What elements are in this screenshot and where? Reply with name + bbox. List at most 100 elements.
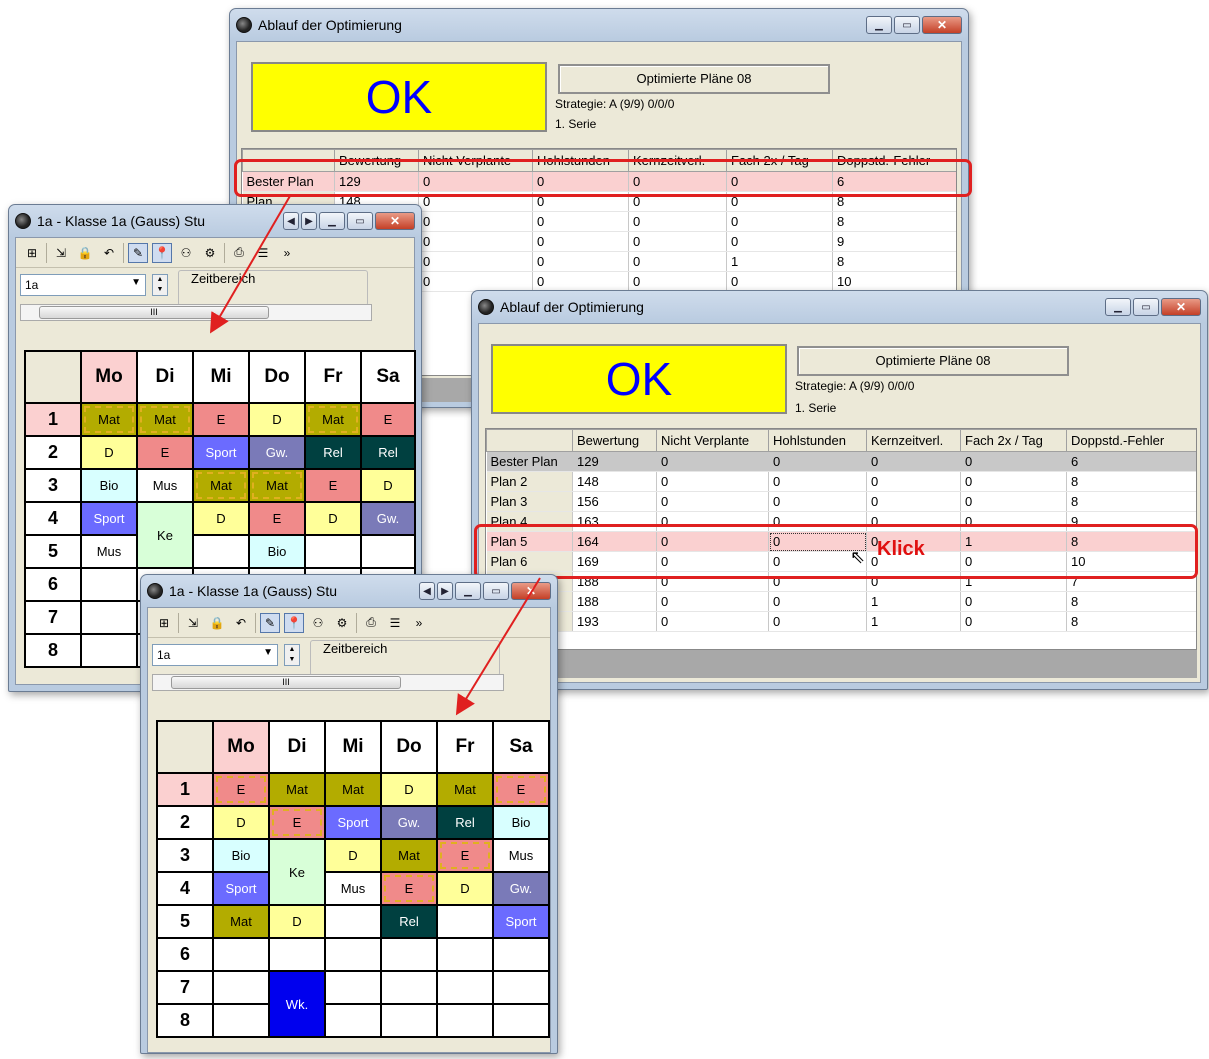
lesson-cell[interactable]: Bio (80, 468, 138, 503)
print-icon[interactable]: ⎙ (361, 613, 381, 633)
table-cell[interactable]: 0 (628, 231, 727, 252)
lesson-cell[interactable]: D (212, 805, 270, 840)
lesson-cell[interactable] (360, 534, 416, 569)
lesson-cell[interactable] (268, 937, 326, 972)
lesson-cell[interactable]: E (212, 772, 270, 807)
grid-icon[interactable]: ⊞ (154, 613, 174, 633)
table-cell[interactable]: 0 (656, 471, 769, 492)
pin-icon[interactable]: 📍 (152, 242, 172, 263)
lesson-cell[interactable] (324, 970, 382, 1005)
table-cell[interactable]: 193 (572, 611, 657, 632)
lesson-cell[interactable]: Rel (436, 805, 494, 840)
table-cell[interactable]: 10 (832, 271, 956, 292)
table-cell[interactable]: 0 (656, 611, 769, 632)
minimize-button[interactable]: ▁ (455, 582, 481, 600)
title-bar[interactable]: Ablauf der Optimierung ▁ ▭ ✕ (230, 9, 968, 41)
lesson-cell[interactable]: Sport (192, 435, 250, 470)
lesson-cell[interactable]: E (192, 402, 250, 437)
table-cell[interactable]: 0 (656, 591, 769, 612)
column-header[interactable]: Bewertung (572, 429, 657, 452)
lesson-cell[interactable]: Ke (136, 501, 194, 569)
title-bar[interactable]: 1a - Klasse 1a (Gauss) Stu ◀ ▶ ▁ ▭ ✕ (141, 575, 557, 607)
lesson-cell[interactable]: Sport (492, 904, 550, 939)
lesson-cell[interactable] (80, 567, 138, 602)
lesson-cell[interactable]: Sport (80, 501, 138, 536)
lesson-cell[interactable]: Bio (212, 838, 270, 873)
lesson-cell[interactable] (304, 534, 362, 569)
lesson-cell[interactable]: Gw. (360, 501, 416, 536)
undo-icon[interactable]: ↶ (99, 243, 119, 263)
class-select[interactable]: 1a ▼ (152, 644, 278, 666)
table-cell[interactable]: 0 (768, 591, 867, 612)
maximize-button[interactable]: ▭ (483, 582, 509, 600)
lesson-cell[interactable]: Mat (380, 838, 438, 873)
table-cell[interactable]: 8 (1066, 611, 1196, 632)
table-row[interactable]: 193 0 0 1 0 8 (486, 611, 1196, 632)
lesson-cell[interactable]: D (80, 435, 138, 470)
optimized-plans-button[interactable]: Optimierte Pläne 08 (797, 346, 1069, 376)
title-bar[interactable]: Ablauf der Optimierung ▁ ▭ ✕ (472, 291, 1207, 323)
row-label[interactable]: Bester Plan (486, 451, 573, 472)
lesson-cell[interactable]: E (380, 871, 438, 906)
gear-icon[interactable]: ⚙ (332, 613, 352, 633)
lesson-cell[interactable]: Mus (492, 838, 550, 873)
table-cell[interactable]: 0 (768, 611, 867, 632)
more-icon[interactable]: » (277, 243, 297, 263)
lesson-cell[interactable]: Ke (268, 838, 326, 906)
lesson-cell[interactable]: Gw. (492, 871, 550, 906)
lesson-cell[interactable]: Mat (304, 402, 362, 437)
row-label[interactable]: Plan 2 (486, 471, 573, 492)
table-cell[interactable]: 8 (832, 211, 956, 232)
table-cell[interactable]: 0 (418, 251, 533, 272)
lesson-cell[interactable]: Mat (212, 904, 270, 939)
table-cell[interactable]: 8 (832, 251, 956, 272)
maximize-button[interactable]: ▭ (347, 212, 373, 230)
scroll-thumb[interactable]: III (171, 676, 401, 689)
table-cell[interactable]: 8 (1066, 591, 1196, 612)
minimize-button[interactable]: ▁ (319, 212, 345, 230)
lesson-cell[interactable]: Sport (212, 871, 270, 906)
table-row[interactable]: Plan 3 156 0 0 0 0 8 (486, 491, 1196, 512)
lesson-cell[interactable]: Bio (492, 805, 550, 840)
more-icon[interactable]: » (409, 613, 429, 633)
edit-icon[interactable]: ✎ (128, 242, 148, 263)
lesson-cell[interactable] (324, 937, 382, 972)
lesson-cell[interactable]: E (304, 468, 362, 503)
table-cell[interactable]: 0 (726, 211, 833, 232)
lesson-cell[interactable]: Gw. (248, 435, 306, 470)
next-arrow-icon[interactable]: ▶ (301, 212, 317, 230)
lesson-cell[interactable] (436, 937, 494, 972)
users-icon[interactable]: ⚇ (176, 243, 196, 263)
lesson-cell[interactable]: E (248, 501, 306, 536)
close-button[interactable]: ✕ (511, 582, 551, 600)
lesson-cell[interactable]: Mat (192, 468, 250, 503)
lesson-cell[interactable]: Rel (360, 435, 416, 470)
row-label[interactable]: Plan 3 (486, 491, 573, 512)
lesson-cell[interactable] (492, 970, 550, 1005)
column-header[interactable]: Kernzeitverl. (866, 429, 961, 452)
export-icon[interactable]: ⇲ (51, 243, 71, 263)
lesson-cell[interactable]: D (436, 871, 494, 906)
list-icon[interactable]: ☰ (385, 613, 405, 633)
table-cell[interactable]: 156 (572, 491, 657, 512)
lesson-cell[interactable] (212, 937, 270, 972)
lesson-cell[interactable]: Rel (304, 435, 362, 470)
table-row[interactable]: Bester Plan 129 0 0 0 0 6 (486, 451, 1196, 472)
table-cell[interactable]: 0 (866, 451, 961, 472)
lesson-cell[interactable]: D (380, 772, 438, 807)
class-spinner[interactable]: ▲ ▼ (284, 644, 300, 666)
lesson-cell[interactable] (80, 633, 138, 668)
title-bar[interactable]: 1a - Klasse 1a (Gauss) Stu ◀ ▶ ▁ ▭ ✕ (9, 205, 421, 237)
table-cell[interactable]: 8 (1066, 471, 1196, 492)
table-cell[interactable]: 148 (572, 471, 657, 492)
lesson-cell[interactable] (324, 1003, 382, 1038)
table-cell[interactable]: 0 (726, 231, 833, 252)
close-button[interactable]: ✕ (922, 16, 962, 34)
lesson-cell[interactable]: Rel (380, 904, 438, 939)
lesson-cell[interactable]: E (268, 805, 326, 840)
undo-icon[interactable]: ↶ (231, 613, 251, 633)
lesson-cell[interactable]: Mat (268, 772, 326, 807)
table-cell[interactable]: 0 (960, 451, 1067, 472)
table-cell[interactable]: 1 (726, 251, 833, 272)
lesson-cell[interactable]: D (360, 468, 416, 503)
